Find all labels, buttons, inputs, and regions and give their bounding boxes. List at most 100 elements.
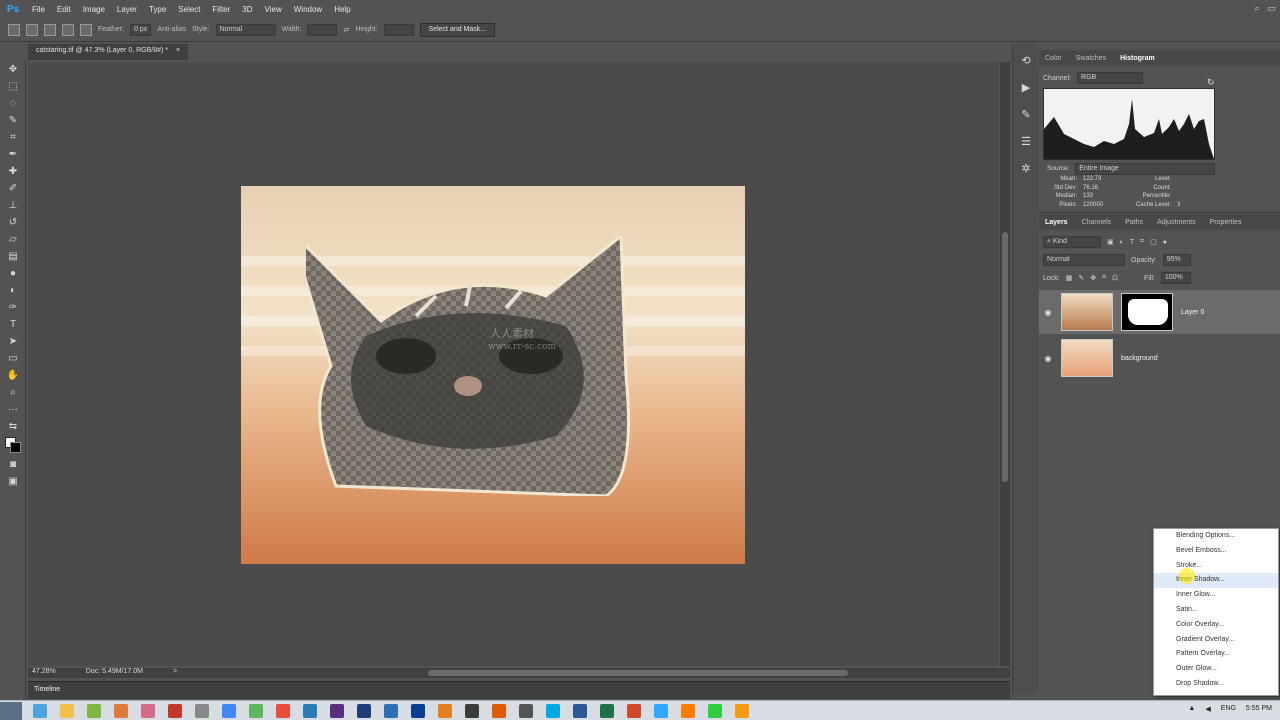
taskbar-app-icon[interactable]	[356, 703, 371, 718]
dodge-icon[interactable]: ◐	[5, 284, 21, 298]
filter-toggle-icon[interactable]: ●	[1163, 239, 1167, 246]
blur-icon[interactable]: ●	[5, 267, 21, 281]
taskbar-app-icon[interactable]	[734, 703, 749, 718]
layer-name[interactable]: Layer 0	[1181, 309, 1204, 316]
menu-image[interactable]: Image	[77, 5, 111, 14]
warning-icon[interactable]: ▲	[1199, 94, 1208, 104]
menu-edit[interactable]: Edit	[51, 5, 77, 14]
menu-3d[interactable]: 3D	[236, 5, 258, 14]
menu-item-drop-shadow[interactable]: Drop Shadow...	[1154, 677, 1278, 692]
menu-item-outer-glow[interactable]: Outer Glow...	[1154, 662, 1278, 677]
filter-shape-icon[interactable]: ⌗	[1140, 238, 1144, 246]
menu-help[interactable]: Help	[328, 5, 356, 14]
zoom-icon[interactable]: ⌕	[5, 386, 21, 400]
taskbar-app-icon[interactable]	[302, 703, 317, 718]
taskbar-app-icon[interactable]	[572, 703, 587, 718]
menu-item-gradient-overlay[interactable]: Gradient Overlay...	[1154, 633, 1278, 648]
taskbar-app-icon[interactable]	[518, 703, 533, 718]
layer-name[interactable]: background	[1121, 355, 1158, 362]
language-indicator[interactable]: ENG	[1221, 705, 1236, 713]
history-panel-icon[interactable]: ⟲	[1018, 54, 1034, 70]
taskbar-app-icon[interactable]	[653, 703, 668, 718]
timeline-label[interactable]: Timeline	[34, 686, 60, 693]
eyedropper-icon[interactable]: ✒	[5, 148, 21, 162]
taskbar-app-icon[interactable]	[410, 703, 425, 718]
filter-adjust-icon[interactable]: ◐	[1120, 239, 1124, 246]
blend-mode-select[interactable]: Normal	[1043, 254, 1125, 266]
taskbar-app-icon[interactable]	[437, 703, 452, 718]
close-tab-icon[interactable]: ×	[176, 47, 180, 54]
taskbar-app-icon[interactable]	[86, 703, 101, 718]
visibility-eye-icon[interactable]: ◉	[1039, 354, 1057, 363]
shape-icon[interactable]: ▭	[5, 352, 21, 366]
layer-thumbnail[interactable]	[1061, 293, 1113, 331]
pen-icon[interactable]: ✑	[5, 301, 21, 315]
refresh-icon[interactable]: ↻	[1207, 77, 1215, 88]
menu-item-bevel-emboss[interactable]: Bevel Emboss...	[1154, 544, 1278, 559]
taskbar-app-icon[interactable]	[599, 703, 614, 718]
zoom-level[interactable]: 47.28%	[32, 668, 56, 678]
taskbar-app-icon[interactable]	[140, 703, 155, 718]
menu-item-inner-glow[interactable]: Inner Glow...	[1154, 588, 1278, 603]
lock-all-icon[interactable]: ⊡	[1112, 274, 1118, 282]
source-select[interactable]: Entire Image	[1075, 163, 1216, 175]
adjustments-panel-icon[interactable]: ☰	[1018, 135, 1034, 151]
menu-item-satin[interactable]: Satin...	[1154, 603, 1278, 618]
layer-mask-thumbnail[interactable]	[1121, 293, 1173, 331]
add-selection-icon[interactable]	[44, 23, 56, 36]
gradient-icon[interactable]: ▤	[5, 250, 21, 264]
swap-icon[interactable]: ⇄	[343, 26, 349, 34]
quick-mask-icon[interactable]: ◙	[5, 458, 21, 472]
menu-window[interactable]: Window	[288, 5, 328, 14]
quick-select-icon[interactable]: ✎	[5, 114, 21, 128]
clock[interactable]: 5:55 PM	[1246, 705, 1272, 713]
marquee-preset-icon[interactable]	[8, 23, 20, 36]
new-selection-icon[interactable]	[26, 23, 38, 36]
history-brush-icon[interactable]: ↺	[5, 216, 21, 230]
select-and-mask-button[interactable]: Select and Mask...	[419, 22, 496, 37]
style-select[interactable]: Normal	[215, 23, 276, 36]
tab-paths[interactable]: Paths	[1125, 219, 1143, 226]
taskbar-app-icon[interactable]	[59, 703, 74, 718]
path-select-icon[interactable]: ➤	[5, 335, 21, 349]
scroll-thumb[interactable]	[428, 670, 848, 676]
menu-select[interactable]: Select	[172, 5, 206, 14]
antialias-label[interactable]: Anti-alias	[157, 26, 186, 33]
lasso-icon[interactable]: ◌	[5, 97, 21, 111]
more-tools-icon[interactable]: ···	[5, 403, 21, 417]
menu-filter[interactable]: Filter	[207, 5, 237, 14]
menu-file[interactable]: File	[26, 5, 51, 14]
tab-properties[interactable]: Properties	[1210, 219, 1242, 226]
taskbar-app-icon[interactable]	[329, 703, 344, 718]
move-tool-icon[interactable]: ✥	[5, 63, 21, 77]
tab-histogram[interactable]: Histogram	[1120, 55, 1155, 62]
taskbar-app-icon[interactable]	[221, 703, 236, 718]
menu-item-color-overlay[interactable]: Color Overlay...	[1154, 618, 1278, 633]
background-color[interactable]	[10, 442, 21, 453]
clone-stamp-icon[interactable]: ⊥	[5, 199, 21, 213]
type-icon[interactable]: T	[5, 318, 21, 332]
hand-icon[interactable]: ✋	[5, 369, 21, 383]
intersect-selection-icon[interactable]	[80, 23, 92, 36]
tab-swatches[interactable]: Swatches	[1076, 55, 1106, 62]
taskbar-app-icon[interactable]	[464, 703, 479, 718]
color-swatches[interactable]	[5, 437, 21, 455]
menu-layer[interactable]: Layer	[111, 5, 143, 14]
taskbar-app-icon[interactable]	[383, 703, 398, 718]
swap-colors-icon[interactable]: ⇆	[5, 420, 21, 434]
taskbar-app-icon[interactable]	[545, 703, 560, 718]
filter-pixel-icon[interactable]: ▣	[1107, 238, 1114, 246]
visibility-eye-icon[interactable]: ◉	[1039, 308, 1057, 317]
status-arrow-icon[interactable]: >	[173, 668, 177, 678]
lock-artboard-icon[interactable]: ⌗	[1102, 274, 1106, 282]
feather-input[interactable]: 0 px	[130, 23, 152, 36]
height-input[interactable]	[383, 23, 414, 36]
lock-paint-icon[interactable]: ✎	[1078, 274, 1084, 282]
tab-channels[interactable]: Channels	[1082, 219, 1112, 226]
screen-mode-icon[interactable]: ▣	[5, 475, 21, 489]
filter-smart-icon[interactable]: ▢	[1150, 238, 1157, 246]
taskbar-app-icon[interactable]	[707, 703, 722, 718]
taskbar-app-icon[interactable]	[680, 703, 695, 718]
volume-icon[interactable]: ◀	[1205, 705, 1210, 713]
scroll-thumb[interactable]	[1002, 232, 1008, 482]
